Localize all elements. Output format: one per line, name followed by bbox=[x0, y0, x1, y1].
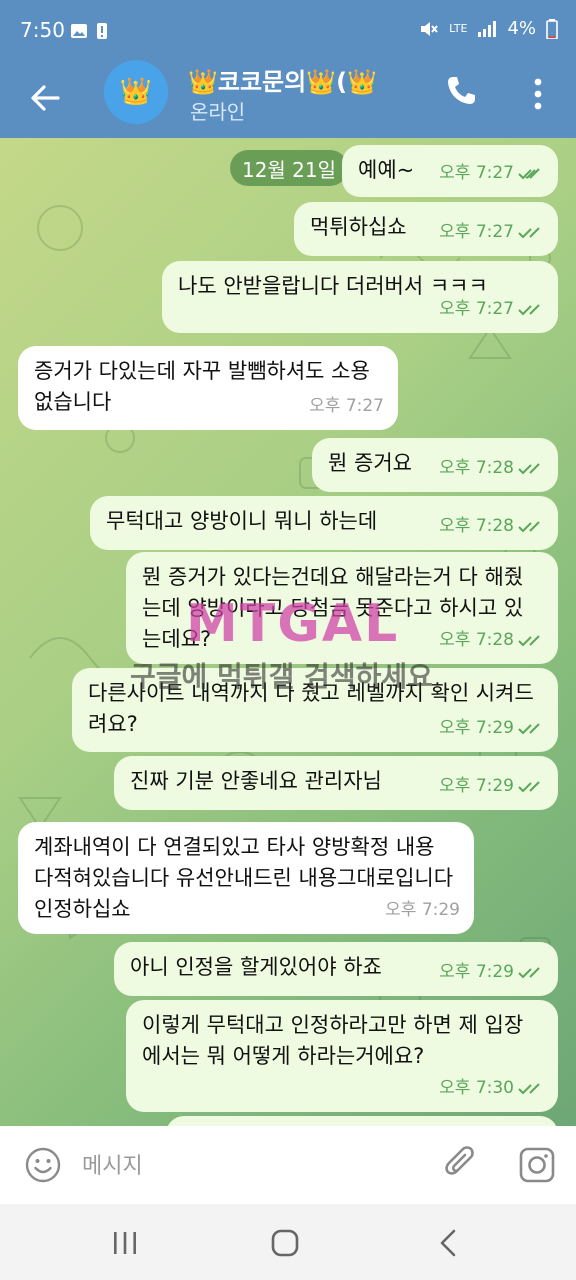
message-time: 오후 7:28 bbox=[439, 630, 514, 650]
double-check-icon bbox=[518, 966, 540, 978]
network-label: LTE bbox=[449, 22, 468, 35]
message-time: 오후 7:27 bbox=[439, 222, 514, 242]
emoji-icon[interactable] bbox=[24, 1146, 62, 1184]
chat-status: 온라인 bbox=[190, 100, 246, 124]
message-meta: 오후 7:29 bbox=[385, 895, 460, 926]
message-meta: 오후 7:28 bbox=[439, 511, 544, 542]
message-bubble-outgoing[interactable]: 진짜 기분 안좋네요 관리자님 오후 7:29 bbox=[114, 756, 558, 810]
alert-icon bbox=[97, 23, 107, 39]
message-time: 오후 7:27 bbox=[439, 299, 514, 319]
message-bubble-outgoing-partial[interactable] bbox=[166, 1116, 558, 1126]
gallery-icon bbox=[71, 24, 87, 38]
message-bubble-outgoing[interactable]: 먹튀하십쇼 오후 7:27 bbox=[294, 202, 558, 256]
double-check-icon bbox=[518, 167, 540, 179]
message-bubble-outgoing[interactable]: 예예~ 오후 7:27 bbox=[342, 145, 558, 197]
message-time: 오후 7:30 bbox=[439, 1078, 514, 1098]
paperclip-icon[interactable] bbox=[444, 1144, 480, 1184]
recent-apps-icon[interactable] bbox=[110, 1230, 140, 1256]
nav-back-icon[interactable] bbox=[436, 1228, 460, 1258]
double-check-icon bbox=[518, 780, 540, 792]
message-meta: 오후 7:29 bbox=[439, 713, 544, 744]
message-bubble-incoming[interactable]: 계좌내역이 다 연결되있고 타사 양방확정 내용 다적혀있습니다 유선안내드린 … bbox=[18, 822, 474, 934]
message-time: 오후 7:29 bbox=[439, 718, 514, 738]
double-check-icon bbox=[518, 462, 540, 474]
chat-header: 👑 👑코코문의👑(👑 온라인 bbox=[0, 60, 576, 138]
message-meta: 오후 7:27 bbox=[309, 391, 384, 422]
crown-icon: 👑 bbox=[119, 77, 153, 107]
message-bubble-outgoing[interactable]: 나도 안받을랍니다 더러버서 ㅋㅋㅋ 오후 7:27 bbox=[162, 261, 558, 333]
status-right: LTE 4% bbox=[419, 18, 558, 39]
message-text: 이렇게 무턱대고 인정하라고만 하면 제 입장에서는 뭐 어떻게 하라는거에요? bbox=[142, 1013, 524, 1068]
double-check-icon bbox=[518, 722, 540, 734]
message-time: 오후 7:28 bbox=[439, 458, 514, 478]
signal-icon bbox=[478, 20, 497, 37]
battery-level: 4% bbox=[507, 18, 536, 39]
camera-icon[interactable] bbox=[518, 1146, 556, 1184]
watermark-logo: MTGAL bbox=[186, 594, 400, 654]
system-nav-bar bbox=[0, 1204, 576, 1280]
message-meta: 오후 7:29 bbox=[439, 957, 544, 988]
date-separator: 12월 21일 bbox=[230, 150, 348, 186]
message-meta: 오후 7:27 bbox=[439, 294, 544, 325]
message-bubble-outgoing[interactable]: 무턱대고 양방이니 뭐니 하는데 오후 7:28 bbox=[90, 496, 558, 550]
arrow-left-icon[interactable] bbox=[26, 78, 66, 118]
message-time: 오후 7:27 bbox=[309, 396, 384, 416]
message-bubble-outgoing[interactable]: 이렇게 무턱대고 인정하라고만 하면 제 입장에서는 뭐 어떻게 하라는거에요?… bbox=[126, 1000, 558, 1112]
message-bubble-outgoing[interactable]: 아니 인정을 할게있어야 하죠 오후 7:29 bbox=[114, 942, 558, 996]
double-check-icon bbox=[518, 303, 540, 315]
status-bar: 7:50 LTE 4% bbox=[0, 0, 576, 64]
battery-icon bbox=[546, 18, 558, 39]
status-time: 7:50 bbox=[20, 18, 65, 42]
message-time: 오후 7:29 bbox=[385, 900, 460, 920]
double-check-icon bbox=[518, 520, 540, 532]
home-icon[interactable] bbox=[270, 1228, 300, 1258]
message-meta: 오후 7:28 bbox=[439, 625, 544, 656]
double-check-icon bbox=[518, 634, 540, 646]
watermark-text: 구글에 먹튀갤 검색하세요 bbox=[130, 660, 433, 693]
more-vertical-icon[interactable] bbox=[526, 74, 550, 114]
message-time: 오후 7:28 bbox=[439, 516, 514, 536]
phone-icon[interactable] bbox=[444, 74, 478, 108]
message-time: 오후 7:27 bbox=[439, 163, 514, 183]
mute-icon bbox=[421, 21, 438, 36]
message-meta: 오후 7:28 bbox=[439, 453, 544, 484]
double-check-icon bbox=[518, 226, 540, 238]
message-time: 오후 7:29 bbox=[439, 962, 514, 982]
chat-title[interactable]: 👑코코문의👑(👑 bbox=[188, 62, 438, 97]
message-bubble-incoming[interactable]: 증거가 다있는데 자꾸 발뺌하셔도 소용없습니다 오후 7:27 bbox=[18, 346, 398, 430]
avatar[interactable]: 👑 bbox=[104, 60, 168, 124]
message-meta: 오후 7:29 bbox=[439, 771, 544, 802]
message-composer: 메시지 bbox=[0, 1126, 576, 1204]
double-check-icon bbox=[518, 1082, 540, 1094]
message-input[interactable]: 메시지 bbox=[82, 1148, 143, 1180]
message-time: 오후 7:29 bbox=[439, 776, 514, 796]
message-meta: 오후 7:27 bbox=[439, 217, 544, 248]
message-meta: 오후 7:27 bbox=[439, 158, 544, 189]
message-bubble-outgoing[interactable]: 뭔 증거요 오후 7:28 bbox=[312, 438, 558, 492]
message-meta: 오후 7:30 bbox=[439, 1073, 544, 1104]
